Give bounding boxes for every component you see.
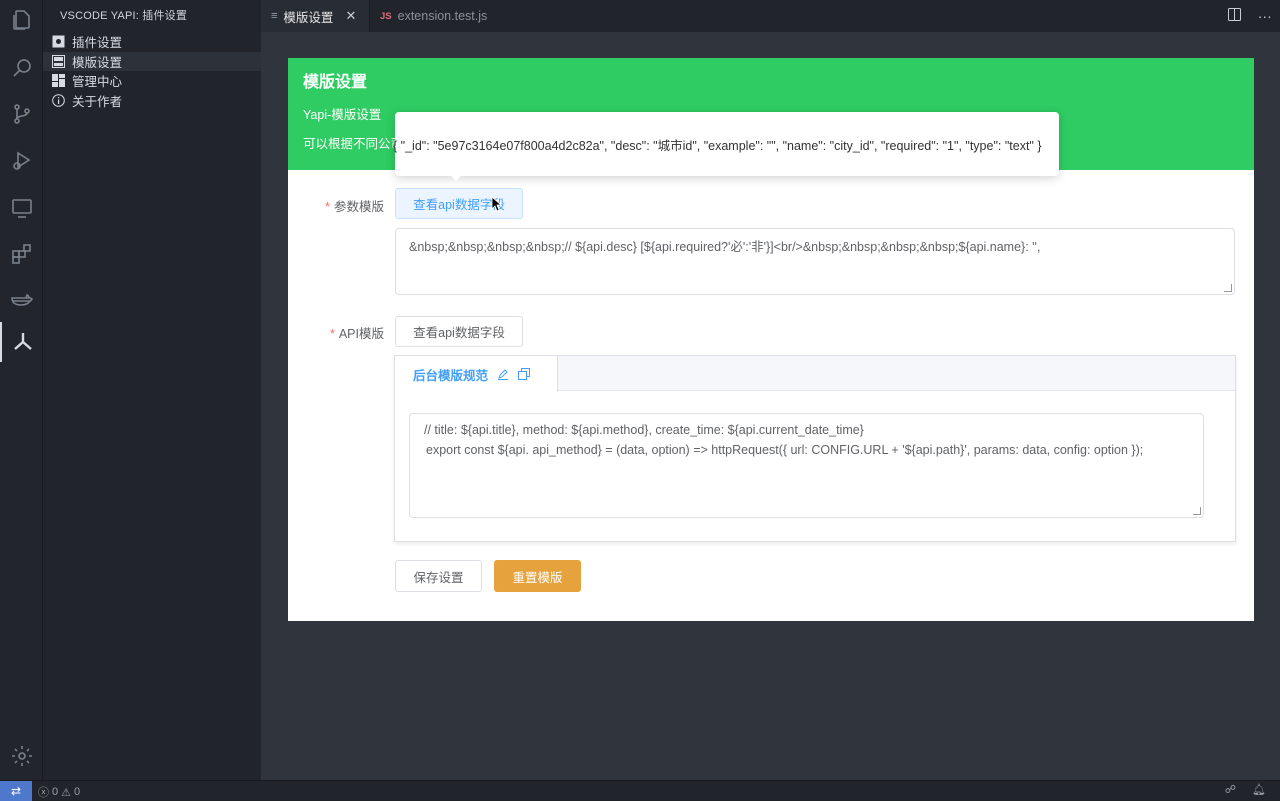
settings-gear-icon[interactable] (0, 736, 43, 776)
tab-template-settings[interactable]: ≡ 模版设置 ✕ (261, 0, 370, 32)
api-template-label: * API模版 (284, 323, 384, 342)
yapi-icon[interactable] (0, 322, 43, 362)
sidebar: VSCODE YAPI: 插件设置 插件设置 模版设置 管理中心 关于作者 (43, 0, 261, 780)
warning-icon: ⚠ (61, 786, 71, 799)
tab-extension-test[interactable]: JS extension.test.js (370, 0, 505, 32)
sidebar-item-label: 关于作者 (72, 94, 123, 109)
preview-icon: ≡ (271, 10, 278, 22)
js-file-icon: JS (380, 10, 392, 22)
sidebar-item-label: 管理中心 (72, 75, 123, 90)
param-template-label-text: 参数模版 (333, 200, 384, 214)
copy-icon[interactable] (518, 368, 531, 380)
tab-backend-template-spec[interactable]: 后台模版规范 (395, 356, 558, 392)
api-template-line-1: // title: ${api.title}, method: ${api.me… (424, 423, 864, 437)
required-mark: * (329, 327, 335, 341)
tooltip-arrow (450, 175, 462, 181)
gear-square-icon (52, 35, 65, 48)
activity-bar (0, 0, 43, 780)
source-control-icon[interactable] (0, 94, 43, 134)
tooltip-text: { "_id": "5e97c3164e07f800a4d2c82a", "de… (393, 138, 1042, 153)
notifications-bell-icon[interactable]: 🔔︎ (1252, 783, 1266, 796)
status-right: ☍ 🔔︎ (1225, 783, 1266, 796)
edit-icon[interactable] (497, 368, 509, 380)
status-bar: ⇄ ⓧ 0 ⚠ 0 ☍ 🔔︎ (0, 780, 1280, 801)
layout-icon (52, 54, 65, 68)
close-icon[interactable]: ✕ (345, 8, 356, 24)
page-description: 可以根据不同公司 (303, 137, 404, 151)
required-mark: * (325, 200, 330, 214)
dashboard-icon (52, 74, 65, 88)
reset-template-button[interactable]: 重置模版 (494, 560, 581, 592)
feedback-icon[interactable]: ☍ (1225, 783, 1236, 796)
problems-indicator[interactable]: ⓧ 0 ⚠ 0 (38, 784, 80, 800)
tab-label: 模版设置 (283, 10, 334, 25)
tab-actions: ··· (1220, 0, 1280, 32)
search-icon[interactable] (0, 48, 43, 88)
sidebar-item-admin-center[interactable]: 管理中心 (43, 71, 261, 91)
resize-handle[interactable] (1224, 284, 1232, 292)
api-field-tooltip: { "_id": "5e97c3164e07f800a4d2c82a", "de… (393, 112, 1059, 176)
tab-label: 后台模版规范 (413, 368, 489, 383)
sidebar-item-plugin-settings[interactable]: 插件设置 (43, 32, 261, 52)
more-actions-icon[interactable]: ··· (1258, 8, 1272, 24)
extensions-icon[interactable] (0, 234, 43, 274)
remote-indicator-icon[interactable]: ⇄ (0, 781, 32, 801)
page-subtitle: Yapi-模版设置 (303, 108, 382, 122)
view-api-fields-button[interactable]: 查看api数据字段 (395, 188, 523, 219)
api-template-tabs: 后台模版规范 // title: ${api.title}, method: $… (394, 355, 1236, 542)
mouse-cursor-icon (491, 196, 503, 217)
editor-tab-bar: ≡ 模版设置 ✕ JS extension.test.js ··· (261, 0, 1280, 32)
sidebar-item-template-settings[interactable]: 模版设置 (43, 51, 261, 71)
info-icon (52, 93, 65, 107)
docker-icon[interactable] (0, 280, 43, 320)
page-title: 模版设置 (303, 74, 368, 91)
warning-count: 0 (74, 786, 81, 798)
sidebar-item-label: 插件设置 (72, 36, 123, 51)
error-count: 0 (52, 786, 59, 798)
api-template-textarea[interactable]: // title: ${api.title}, method: ${api.me… (409, 413, 1204, 518)
param-template-value: &nbsp;&nbsp;&nbsp;&nbsp;// ${api.desc} [… (409, 240, 1041, 254)
sidebar-item-label: 模版设置 (72, 55, 123, 70)
view-api-fields-button-2[interactable]: 查看api数据字段 (395, 316, 523, 347)
vscode-window: VSCODE YAPI: 插件设置 插件设置 模版设置 管理中心 关于作者 ≡ … (0, 0, 1280, 801)
api-template-line-2: export const ${api. api_method} = (data,… (426, 443, 1144, 457)
run-debug-icon[interactable] (0, 140, 43, 180)
param-template-label: * 参数模版 (284, 196, 384, 215)
explorer-icon[interactable] (0, 0, 43, 40)
split-editor-icon[interactable] (1228, 8, 1242, 24)
remote-explorer-icon[interactable] (0, 188, 43, 228)
api-template-label-text: API模版 (338, 327, 384, 341)
save-settings-button[interactable]: 保存设置 (395, 560, 482, 592)
resize-handle[interactable] (1193, 507, 1201, 515)
sidebar-item-about-author[interactable]: 关于作者 (43, 91, 261, 111)
sidebar-title: VSCODE YAPI: 插件设置 (60, 10, 188, 22)
error-icon: ⓧ (38, 787, 49, 799)
param-template-textarea[interactable]: &nbsp;&nbsp;&nbsp;&nbsp;// ${api.desc} [… (395, 228, 1235, 295)
tab-label: extension.test.js (397, 9, 488, 23)
